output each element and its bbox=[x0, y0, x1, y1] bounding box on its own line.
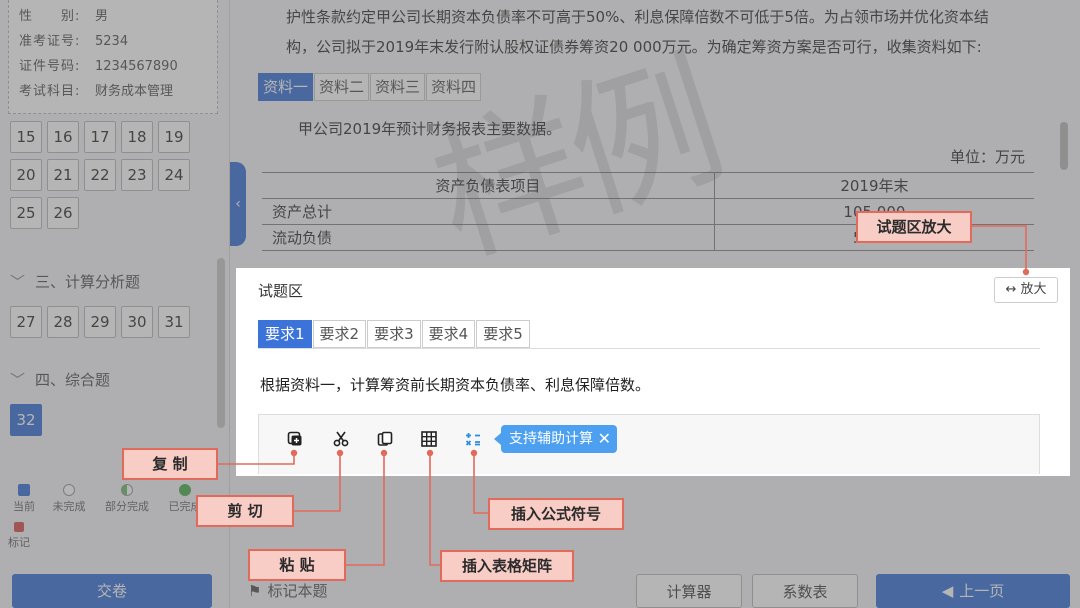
answer-editor-toolbar: 支持辅助计算 ✕ bbox=[258, 414, 1040, 474]
close-icon[interactable]: ✕ bbox=[598, 425, 611, 453]
enlarge-button[interactable]: ↔ 放大 bbox=[994, 277, 1058, 303]
callout-copy: 复 制 bbox=[122, 448, 218, 480]
tab-requirement-1[interactable]: 要求1 bbox=[258, 320, 312, 348]
copy-icon[interactable] bbox=[283, 427, 307, 451]
assist-calc-label: 支持辅助计算 bbox=[509, 431, 593, 447]
expand-arrows-icon: ↔ bbox=[1005, 282, 1017, 297]
requirement-text: 根据资料一，计算筹资前长期资本负债率、利息保障倍数。 bbox=[260, 376, 651, 394]
table-grid-icon[interactable] bbox=[417, 427, 441, 451]
tab-requirement-2[interactable]: 要求2 bbox=[312, 320, 367, 348]
tab-requirement-4[interactable]: 要求4 bbox=[421, 320, 476, 348]
callout-paste: 粘 贴 bbox=[248, 549, 346, 581]
callout-table: 插入表格矩阵 bbox=[440, 550, 574, 582]
formula-icon[interactable] bbox=[461, 427, 485, 451]
tab-requirement-3[interactable]: 要求3 bbox=[367, 320, 421, 348]
question-panel: 试题区 ↔ 放大 要求1 要求2 要求3 要求4 要求5 根据资料一，计算筹资前… bbox=[236, 268, 1070, 476]
requirement-tabs: 要求1 要求2 要求3 要求4 要求5 bbox=[258, 320, 531, 348]
enlarge-label: 放大 bbox=[1020, 282, 1047, 297]
scissors-icon[interactable] bbox=[329, 427, 353, 451]
callout-cut: 剪 切 bbox=[196, 495, 294, 527]
tab-requirement-5[interactable]: 要求5 bbox=[476, 320, 530, 348]
panel-title: 试题区 bbox=[258, 282, 304, 300]
assist-calc-tooltip: 支持辅助计算 ✕ bbox=[494, 425, 617, 453]
tab-divider bbox=[258, 348, 1040, 349]
paste-icon[interactable] bbox=[373, 427, 397, 451]
callout-formula: 插入公式符号 bbox=[488, 498, 624, 530]
callout-enlarge: 试题区放大 bbox=[856, 211, 972, 243]
